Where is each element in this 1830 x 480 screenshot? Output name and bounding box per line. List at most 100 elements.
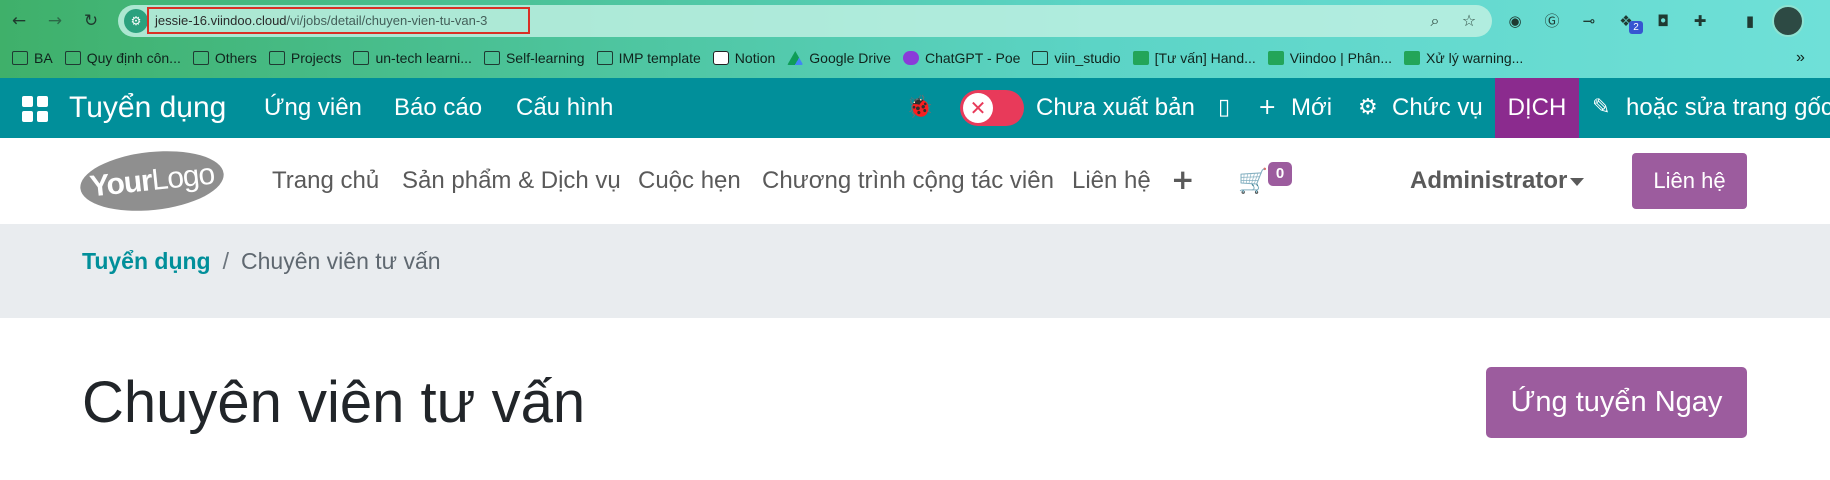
folder-icon	[64, 51, 81, 65]
app-title[interactable]: Tuyển dụng	[69, 78, 226, 138]
contact-button[interactable]: Liên hệ	[1632, 153, 1747, 209]
breadcrumb-band: Tuyển dụng / Chuyên viên tư vấn	[0, 224, 1830, 318]
bookmark-item[interactable]: Notion	[709, 45, 783, 71]
user-menu[interactable]: Administrator	[1410, 138, 1567, 224]
folder-icon	[192, 51, 209, 65]
url-text[interactable]: jessie-16.viindoo.cloud/vi/jobs/detail/c…	[147, 7, 530, 34]
bookmark-label: ChatGPT - Poe	[924, 50, 1021, 66]
bookmark-label: Viindoo | Phân...	[1289, 50, 1393, 66]
menu-configuration[interactable]: Cấu hình	[516, 78, 613, 138]
sheet-icon	[1267, 51, 1284, 65]
chevron-down-icon[interactable]	[1570, 178, 1584, 186]
bookmark-item[interactable]: un-tech learni...	[349, 45, 480, 71]
breadcrumb-current: Chuyên viên tư vấn	[241, 248, 441, 274]
commit-icon[interactable]: ⊸	[1577, 9, 1601, 33]
new-button[interactable]: Mới	[1291, 78, 1332, 138]
poe-icon	[902, 51, 919, 65]
cart-icon[interactable]: 🛒	[1238, 166, 1268, 196]
bookmark-item[interactable]: BA	[8, 45, 61, 71]
bookmarks-bar: BA Quy định côn... Others Projects un-te…	[8, 44, 1531, 72]
notion-icon	[712, 51, 729, 65]
breadcrumb-parent-link[interactable]: Tuyển dụng	[82, 248, 211, 274]
job-title: Chuyên viên tư vấn	[82, 370, 586, 435]
folder-icon	[12, 51, 28, 65]
menu-candidates[interactable]: Ứng viên	[264, 78, 362, 138]
bookmark-item[interactable]: Google Drive	[783, 45, 899, 71]
site-logo[interactable]: YourLogo	[77, 144, 227, 218]
plus-icon[interactable]: +	[1258, 94, 1276, 122]
nav-contact[interactable]: Liên hệ	[1072, 138, 1151, 224]
nav-affiliate-program[interactable]: Chương trình cộng tác viên	[762, 138, 1054, 224]
site-info-icon[interactable]: ⚙	[124, 9, 148, 33]
profile-avatar[interactable]	[1772, 5, 1804, 37]
bookmark-item[interactable]: Xử lý warning...	[1400, 45, 1531, 71]
apply-now-button[interactable]: Ứng tuyển Ngay	[1486, 367, 1747, 438]
bookmark-label: BA	[34, 50, 53, 66]
logo-text-light: Logo	[149, 157, 216, 197]
sheet-icon	[1404, 51, 1421, 65]
sheet-icon	[1132, 51, 1149, 65]
folder-icon	[483, 51, 500, 65]
bookmark-label: [Tư vấn] Hand...	[1154, 50, 1256, 66]
position-button[interactable]: Chức vụ	[1392, 78, 1483, 138]
pencil-icon[interactable]: ✎	[1592, 94, 1610, 122]
publish-toggle[interactable]: ✕	[960, 90, 1024, 126]
bookmark-item[interactable]: ChatGPT - Poe	[899, 45, 1028, 71]
zoom-icon[interactable]: ⌕	[1423, 9, 1447, 33]
odoo-navbar: Tuyển dụng Ứng viên Báo cáo Cấu hình 🐞 ✕…	[0, 78, 1830, 138]
url-path: /vi/jobs/detail/chuyen-vien-tu-van-3	[286, 13, 488, 28]
bookmark-item[interactable]: Projects	[265, 45, 350, 71]
website-header: YourLogo Trang chủ Sản phẩm & Dịch vụ Cu…	[0, 138, 1830, 224]
bookmark-item[interactable]: Viindoo | Phân...	[1264, 45, 1400, 71]
reload-icon[interactable]: ↻	[80, 10, 102, 32]
bookmark-label: Projects	[290, 50, 342, 66]
menu-reports[interactable]: Báo cáo	[394, 78, 482, 138]
bookmark-item[interactable]: viin_studio	[1028, 45, 1128, 71]
bookmark-item[interactable]: [Tư vấn] Hand...	[1129, 45, 1264, 71]
logo-text-bold: Your	[88, 164, 154, 204]
mobile-preview-icon[interactable]: ▯	[1218, 94, 1230, 122]
debug-bug-icon[interactable]: 🐞	[906, 95, 933, 121]
drive-icon	[787, 51, 804, 65]
add-menu-plus-icon[interactable]: +	[1171, 166, 1194, 194]
breadcrumb: Tuyển dụng / Chuyên viên tư vấn	[82, 246, 441, 276]
nav-products-services[interactable]: Sản phẩm & Dịch vụ	[402, 138, 621, 224]
bookmark-label: un-tech learni...	[375, 50, 472, 66]
close-icon: ✕	[963, 93, 993, 123]
url-host: jessie-16.viindoo.cloud	[155, 13, 287, 28]
apps-menu-icon[interactable]	[22, 96, 48, 122]
bookmark-item[interactable]: Others	[189, 45, 265, 71]
folder-icon	[353, 51, 370, 65]
grammarly-icon[interactable]: Ⓖ	[1540, 9, 1564, 33]
back-icon[interactable]: ←	[8, 10, 30, 32]
edit-source-link[interactable]: hoặc sửa trang gốc	[1626, 78, 1830, 138]
translate-button[interactable]: DỊCH	[1495, 78, 1579, 138]
extensions-puzzle-icon[interactable]: ✚	[1688, 9, 1712, 33]
folder-icon	[1032, 51, 1049, 65]
extension-monkey-icon[interactable]: ◉	[1503, 9, 1527, 33]
browser-toolbar: ← → ↻ ⚙ jessie-16.viindoo.cloud/vi/jobs/…	[0, 0, 1830, 78]
gear-icon[interactable]: ⚙	[1358, 94, 1378, 122]
bookmark-label: Xử lý warning...	[1426, 50, 1524, 66]
forward-icon[interactable]: →	[44, 10, 66, 32]
side-panel-icon[interactable]: ▮	[1738, 9, 1762, 33]
bookmarks-overflow-icon[interactable]: »	[1796, 44, 1805, 72]
bookmark-label: Self-learning	[505, 50, 585, 66]
bookmark-label: Notion	[734, 50, 776, 66]
bookmark-star-icon[interactable]: ☆	[1457, 9, 1481, 33]
camera-icon[interactable]: ◘	[1651, 9, 1675, 33]
breadcrumb-separator: /	[222, 248, 230, 274]
bookmark-label: viin_studio	[1054, 50, 1121, 66]
folder-icon	[596, 51, 613, 65]
bookmark-label: Others	[214, 50, 257, 66]
publish-status[interactable]: Chưa xuất bản	[1036, 78, 1195, 138]
nav-home[interactable]: Trang chủ	[272, 138, 379, 224]
bookmark-item[interactable]: IMP template	[593, 45, 709, 71]
bookmark-label: Quy định côn...	[86, 50, 181, 66]
cart-count-badge: 0	[1268, 162, 1292, 186]
folder-icon	[268, 51, 285, 65]
extension-badge-count: 2	[1629, 21, 1643, 34]
bookmark-item[interactable]: Self-learning	[480, 45, 593, 71]
bookmark-item[interactable]: Quy định côn...	[61, 45, 189, 71]
nav-appointments[interactable]: Cuộc hẹn	[638, 138, 741, 224]
